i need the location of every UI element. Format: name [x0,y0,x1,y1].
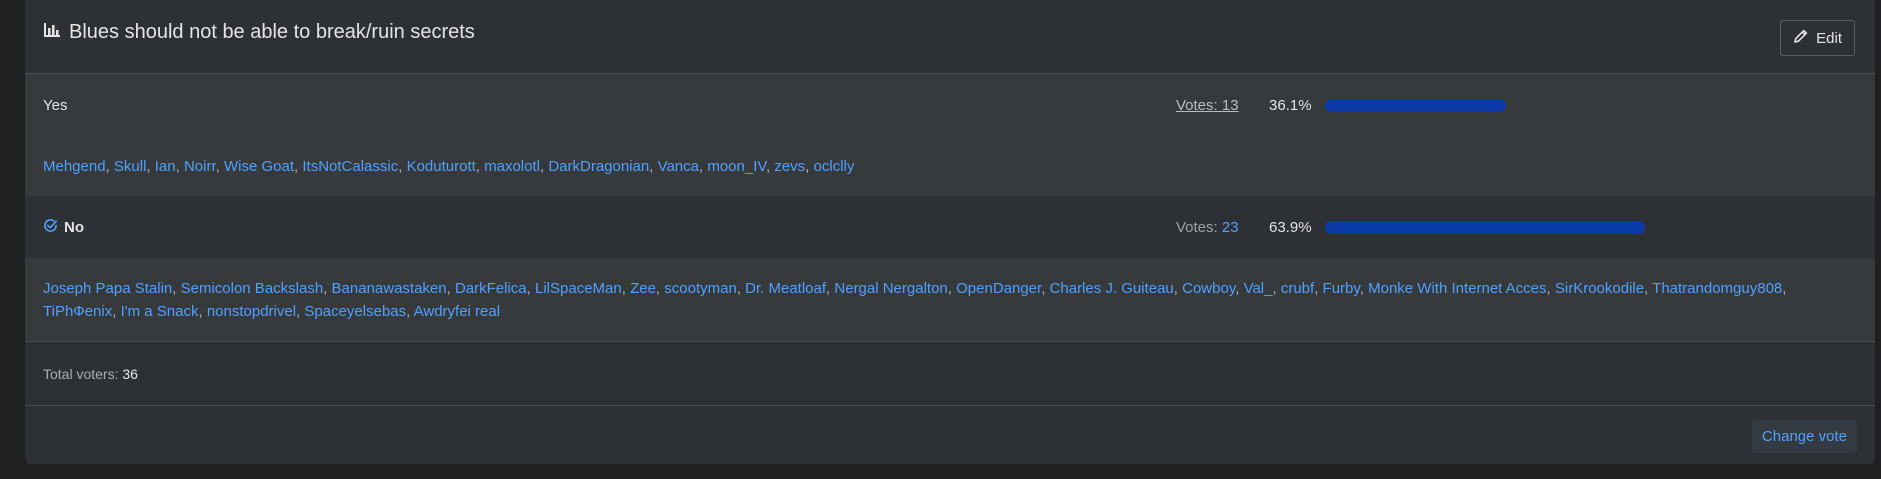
voter-separator: , [215,157,224,175]
voter-link[interactable]: Bananawastaken [332,280,447,297]
voters-list-no: Joseph Papa Stalin, Semicolon Backslash,… [25,258,1875,342]
voter-link[interactable]: Ian [155,158,176,175]
voter-link[interactable]: Semicolon Backslash [181,280,324,297]
total-voters-count: 36 [122,365,138,382]
voter-link[interactable]: Dr. Meatloaf [745,280,826,297]
voter-separator: , [475,157,485,175]
progress-bar-fill [1325,98,1506,112]
poll-header: Blues should not be able to break/ruin s… [25,0,1875,74]
voter-link[interactable]: OpenDanger [956,280,1041,297]
progress-bar-fill [1325,220,1645,234]
voter-link[interactable]: Cowboy [1182,280,1235,297]
voter-separator: , [198,302,207,320]
voter-link[interactable]: Monke With Internet Acces [1368,280,1546,297]
votes-prefix: Votes: [1176,218,1222,236]
poll-panel: Blues should not be able to break/ruin s… [25,0,1875,464]
votes-count: 23 [1221,218,1239,236]
bar-chart-icon [43,22,61,43]
voter-link[interactable]: Joseph Papa Stalin [43,280,172,297]
voter-separator: , [1272,279,1281,297]
voter-separator: , [398,157,407,175]
progress-bar [1325,220,1825,234]
option-label: Yes [43,96,68,114]
voter-link[interactable]: TiPhФenix [43,303,112,320]
voter-separator: , [1235,279,1244,297]
voter-separator: , [175,157,184,175]
voter-link[interactable]: oclclly [814,158,855,175]
voter-link[interactable]: ItsNotCalassic [302,158,398,175]
poll-option-no: No Votes: 23 63.9% [25,196,1875,258]
poll-title-row: Blues should not be able to break/ruin s… [43,21,475,44]
voter-separator: , [1644,279,1653,297]
poll-option-yes: Yes Votes: 13 36.1% [25,74,1875,136]
total-voters-row: Total voters: 36 [25,342,1875,406]
voter-separator: , [105,157,114,175]
option-label-text: No [64,218,84,236]
option-label: No [43,218,84,237]
voter-link[interactable]: Furby [1323,280,1360,297]
voter-separator: , [1314,279,1323,297]
voter-link[interactable]: maxolotl [484,158,540,175]
voter-separator: , [736,279,746,297]
change-vote-button[interactable]: Change vote [1751,420,1857,453]
voter-link[interactable]: zevs [774,158,805,175]
voter-separator: , [1782,279,1787,297]
voter-link[interactable]: Koduturott [407,158,476,175]
voter-link[interactable]: Thatrandomguy808 [1652,280,1782,297]
voter-link[interactable]: Wise Goat [224,158,294,175]
voter-link[interactable]: SirKrookodile [1555,280,1644,297]
voter-separator: , [446,279,455,297]
voter-link[interactable]: nonstopdrivel [207,303,296,320]
voter-separator: , [655,279,665,297]
voter-link[interactable]: Zee [630,280,656,297]
voter-link[interactable]: scootyman [664,280,737,297]
voter-link[interactable]: LilSpaceMan [535,280,622,297]
total-voters-label: Total voters: [43,365,119,382]
voter-separator: , [323,279,332,297]
voter-separator: , [526,279,535,297]
votes-link[interactable]: Votes: 23 [1176,219,1239,236]
voter-link[interactable]: DarkDragonian [548,158,649,175]
voter-link[interactable]: Nergal Nergalton [834,280,947,297]
voter-list: Mehgend, Skull, Ian, Noirr, Wise Goat, I… [43,155,854,178]
voter-link[interactable]: Charles J. Guiteau [1050,280,1174,297]
voter-separator: , [406,302,414,320]
option-percent: 36.1% [1269,96,1312,114]
option-percent: 63.9% [1269,218,1312,236]
voter-separator: , [805,157,814,175]
pencil-icon [1793,28,1809,48]
voter-link[interactable]: Skull [114,158,147,175]
poll-footer: Change vote [25,406,1875,464]
voter-separator: , [1546,279,1555,297]
voter-link[interactable]: crubf [1281,280,1314,297]
voter-link[interactable]: Awdryfei real [414,303,500,320]
voters-list-yes: Mehgend, Skull, Ian, Noirr, Wise Goat, I… [25,136,1875,196]
votes-prefix: Votes: [1176,96,1222,114]
edit-button-label: Edit [1816,29,1842,47]
votes-count: 13 [1221,96,1239,114]
edit-button[interactable]: Edit [1780,20,1855,56]
votes-link[interactable]: Votes: 13 [1176,97,1239,114]
voter-link[interactable]: I'm a Snack [121,303,199,320]
voter-link[interactable]: Val_ [1244,280,1273,297]
voter-separator: , [1359,279,1369,297]
voter-link[interactable]: Mehgend [43,158,106,175]
voter-separator: , [649,157,658,175]
voter-separator: , [112,302,121,320]
voter-link[interactable]: DarkFelica [455,280,527,297]
voter-separator: , [947,279,957,297]
voter-separator: , [1041,279,1050,297]
voter-separator: , [146,157,155,175]
voter-link[interactable]: Spaceyelsebas [304,303,406,320]
progress-bar [1325,98,1825,112]
voter-list: Joseph Papa Stalin, Semicolon Backslash,… [43,277,1857,323]
check-circle-icon [43,218,58,237]
voter-separator: , [1173,279,1183,297]
poll-title: Blues should not be able to break/ruin s… [69,21,475,43]
voter-link[interactable]: Noirr [184,158,216,175]
voter-link[interactable]: moon_IV [707,158,766,175]
voter-separator: , [172,279,181,297]
voter-link[interactable]: Vanca [658,158,699,175]
voter-separator: , [621,279,631,297]
